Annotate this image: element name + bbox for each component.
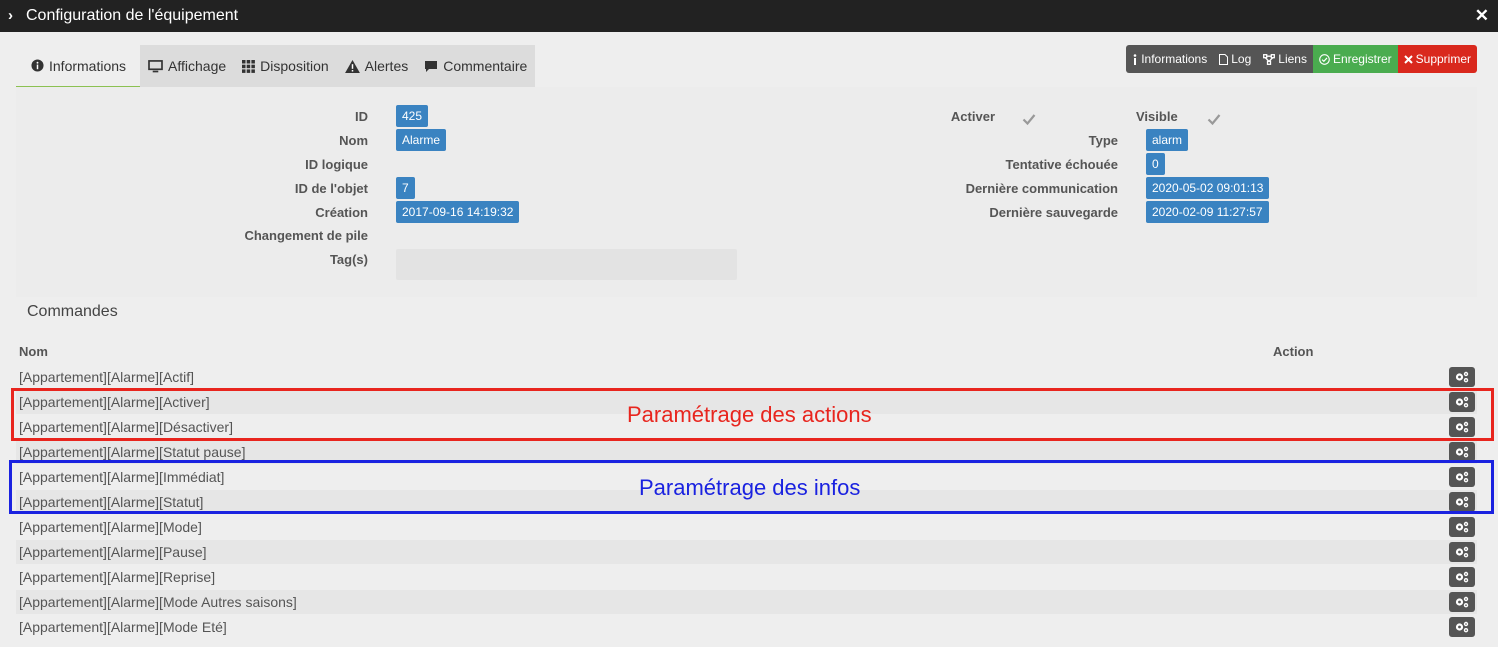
command-name: [Appartement][Alarme][Mode Eté]: [19, 619, 227, 635]
configure-command-button[interactable]: [1449, 517, 1475, 537]
object-id-value: 7: [396, 177, 415, 199]
tab-label: Affichage: [168, 58, 227, 74]
chevron-right-icon[interactable]: ›: [8, 7, 13, 24]
table-row: [Appartement][Alarme][Actif]: [16, 365, 1477, 389]
id-value: 425: [396, 105, 429, 127]
command-name: [Appartement][Alarme][Actif]: [19, 369, 195, 385]
type-label: Type: [1088, 133, 1118, 148]
action-toolbar: Informations Log Liens Enregistrer Suppr…: [1126, 45, 1477, 73]
failed-attempt-value: 0: [1146, 153, 1165, 175]
failed-attempt-label: Tentative échouée: [1005, 157, 1118, 172]
monitor-icon: [148, 59, 163, 73]
close-icon[interactable]: ✕: [1475, 6, 1489, 26]
log-label: Log: [1231, 52, 1252, 66]
table-row: [Appartement][Alarme][Mode Eté]: [16, 615, 1477, 639]
window-title: Configuration de l'équipement: [26, 7, 239, 24]
visible-checkbox[interactable]: [1207, 112, 1221, 126]
last-save-value: 2020-02-09 11:27:57: [1146, 201, 1269, 223]
configure-command-button[interactable]: [1449, 592, 1475, 612]
object-id-label: ID de l'objet: [294, 181, 368, 196]
configure-command-button[interactable]: [1449, 367, 1475, 387]
tags-label: Tag(s): [329, 252, 368, 267]
tab-label: Informations: [49, 57, 127, 74]
configure-command-button[interactable]: [1449, 442, 1475, 462]
cogs-icon: [1454, 546, 1470, 558]
logical-id-label: ID logique: [305, 157, 368, 172]
tab-disposition[interactable]: Disposition: [234, 45, 336, 87]
creation-value: 2017-09-16 14:19:32: [396, 201, 520, 223]
enregistrer-button[interactable]: Enregistrer: [1312, 45, 1398, 73]
activer-checkbox[interactable]: [1022, 112, 1036, 126]
last-save-label: Dernière sauvegarde: [989, 205, 1118, 220]
supprimer-button[interactable]: Supprimer: [1397, 45, 1477, 73]
tab-informations[interactable]: Informations: [16, 45, 141, 87]
command-name: [Appartement][Alarme][Mode Autres saison…: [19, 594, 297, 610]
configure-command-button[interactable]: [1449, 567, 1475, 587]
id-label: ID: [355, 109, 368, 124]
tab-affichage[interactable]: Affichage: [140, 45, 234, 87]
tags-input[interactable]: [396, 249, 737, 280]
informations-button[interactable]: Informations: [1126, 45, 1214, 73]
tab-label: Disposition: [260, 58, 329, 74]
tab-alertes[interactable]: Alertes: [337, 45, 417, 87]
tab-label: Commentaire: [443, 58, 528, 74]
title-bar: › Configuration de l'équipement ✕: [0, 0, 1498, 32]
info-icon: [1132, 53, 1138, 65]
liens-button[interactable]: Liens: [1257, 45, 1313, 73]
commands-title: Commandes: [27, 303, 118, 320]
type-value: alarm: [1146, 129, 1189, 151]
supprimer-label: Supprimer: [1415, 52, 1471, 66]
times-icon: [1403, 54, 1413, 64]
table-row: [Appartement][Alarme][Pause]: [16, 540, 1477, 564]
column-header-nom: Nom: [19, 344, 48, 359]
command-name: [Appartement][Alarme][Reprise]: [19, 569, 216, 585]
cogs-icon: [1454, 571, 1470, 583]
tab-label: Alertes: [364, 58, 409, 74]
info-circle-icon: [31, 59, 44, 72]
command-name: [Appartement][Alarme][Pause]: [19, 544, 207, 560]
informations-label: Informations: [1141, 52, 1208, 66]
command-name: [Appartement][Alarme][Mode]: [19, 519, 202, 535]
file-icon: [1219, 53, 1229, 65]
column-header-action: Action: [1273, 344, 1314, 359]
sitemap-icon: [1263, 53, 1276, 65]
activer-label: Activer: [950, 109, 995, 124]
visible-label: Visible: [1136, 109, 1178, 124]
table-row: [Appartement][Alarme][Mode Autres saison…: [16, 590, 1477, 614]
tab-commentaire[interactable]: Commentaire: [416, 45, 535, 87]
cogs-icon: [1454, 446, 1470, 458]
command-name: [Appartement][Alarme][Statut pause]: [19, 444, 246, 460]
infos-annotation-label: Paramétrage des infos: [639, 475, 861, 500]
log-button[interactable]: Log: [1213, 45, 1258, 73]
table-row: [Appartement][Alarme][Mode]: [16, 515, 1477, 539]
cogs-icon: [1454, 521, 1470, 533]
nom-label: Nom: [339, 133, 368, 148]
creation-label: Création: [315, 205, 368, 220]
tab-bar: Informations Affichage Disposition Alert…: [16, 45, 536, 87]
cogs-icon: [1454, 621, 1470, 633]
battery-change-label: Changement de pile: [244, 228, 368, 243]
table-row: [Appartement][Alarme][Reprise]: [16, 565, 1477, 589]
enregistrer-label: Enregistrer: [1332, 52, 1392, 66]
grid-icon: [242, 59, 256, 73]
last-communication-label: Dernière communication: [965, 181, 1118, 196]
check-circle-icon: [1319, 53, 1330, 65]
actions-annotation-label: Paramétrage des actions: [627, 402, 872, 427]
cogs-icon: [1454, 371, 1470, 383]
configure-command-button[interactable]: [1449, 617, 1475, 637]
last-communication-value: 2020-05-02 09:01:13: [1146, 177, 1270, 199]
nom-value: Alarme: [396, 129, 447, 151]
warning-icon: [344, 59, 360, 73]
liens-label: Liens: [1278, 52, 1307, 66]
comment-icon: [424, 60, 438, 73]
cogs-icon: [1454, 596, 1470, 608]
configure-command-button[interactable]: [1449, 542, 1475, 562]
